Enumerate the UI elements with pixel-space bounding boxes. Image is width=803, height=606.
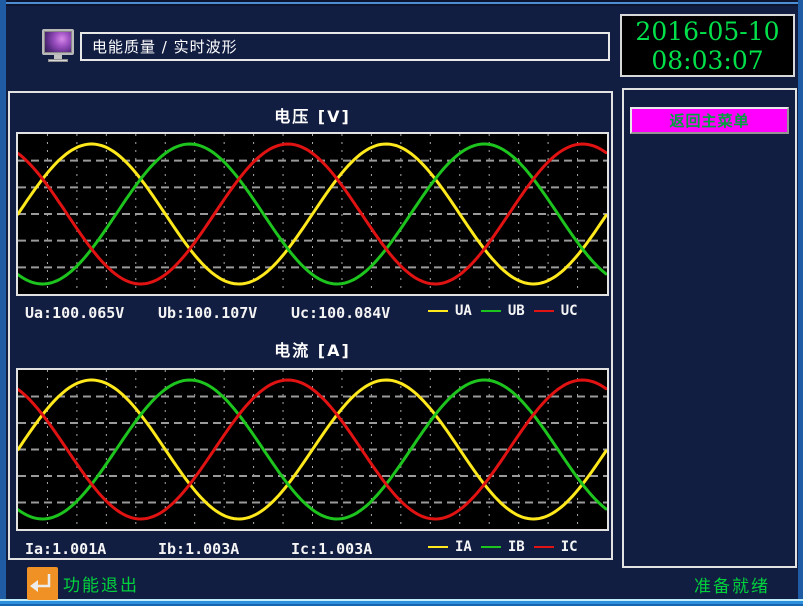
current-waveform-plot <box>18 370 607 529</box>
current-chart-title: 电流 [A] <box>16 337 609 361</box>
return-main-menu-label: 返回主菜单 <box>669 110 749 131</box>
legend-series-label: UB <box>508 303 525 319</box>
legend-color-dash <box>428 546 448 548</box>
phase-reading: Uc:100.084V <box>291 304 424 322</box>
legend-color-dash <box>428 310 448 312</box>
legend-series-label: IB <box>508 539 525 555</box>
date-text: 2016-05-10 <box>635 17 779 46</box>
voltage-chart-title: 电压 [V] <box>16 103 609 127</box>
legend-color-dash <box>481 310 501 312</box>
voltage-waveform-plot <box>18 134 607 294</box>
legend-series-label: IC <box>561 539 578 555</box>
window-border-left <box>0 0 6 606</box>
legend-item: IA <box>428 539 472 555</box>
legend-item: IB <box>481 539 525 555</box>
sidebar: 返回主菜单 <box>622 88 797 568</box>
phase-reading: Ub:100.107V <box>158 304 291 322</box>
phase-reading: Ia:1.001A <box>25 540 158 558</box>
phase-reading: Ib:1.003A <box>158 540 291 558</box>
legend-item: UA <box>428 303 472 319</box>
legend-series-label: IA <box>455 539 472 555</box>
enter-key-icon[interactable] <box>27 567 58 600</box>
voltage-readings: Ua:100.065VUb:100.107VUc:100.084V <box>25 304 425 322</box>
function-exit-label: 功能退出 <box>63 571 139 596</box>
legend-item: UC <box>534 303 578 319</box>
monitor-icon-screen <box>42 29 74 55</box>
breadcrumb-text: 电能质量 / 实时波形 <box>92 36 238 57</box>
legend-color-dash <box>534 310 554 312</box>
legend-item: IC <box>534 539 578 555</box>
current-chart <box>16 368 609 531</box>
breadcrumb: 电能质量 / 实时波形 <box>80 32 610 61</box>
voltage-legend: UA UB UC <box>428 303 587 319</box>
legend-item: UB <box>481 303 525 319</box>
legend-series-label: UC <box>561 303 578 319</box>
phase-reading: Ic:1.003A <box>291 540 424 558</box>
voltage-chart <box>16 132 609 296</box>
return-main-menu-button[interactable]: 返回主菜单 <box>630 107 789 134</box>
legend-series-label: UA <box>455 303 472 319</box>
window-border-right <box>798 0 803 606</box>
window-border-bottom <box>0 599 803 606</box>
current-readings: Ia:1.001AIb:1.003AIc:1.003A <box>25 540 425 558</box>
datetime-display: 2016-05-10 08:03:07 <box>620 14 795 77</box>
ready-status: 准备就绪 <box>694 572 770 597</box>
legend-color-dash <box>534 546 554 548</box>
window-border-top <box>0 0 803 6</box>
current-legend: IA IB IC <box>428 539 587 555</box>
legend-color-dash <box>481 546 501 548</box>
monitor-icon <box>42 29 74 63</box>
phase-reading: Ua:100.065V <box>25 304 158 322</box>
time-text: 08:03:07 <box>651 46 763 75</box>
